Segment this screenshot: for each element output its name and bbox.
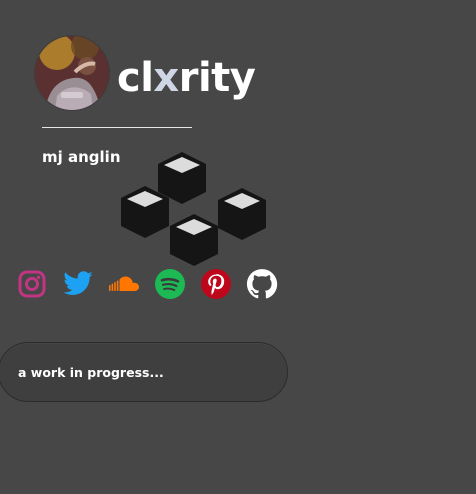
site-title: clxrity [117,50,256,106]
twitter-link[interactable] [62,268,94,300]
instagram-link[interactable] [16,268,48,300]
twitter-icon [63,271,93,295]
pinterest-icon [201,269,231,299]
cubes-logo-icon [121,152,266,266]
spotify-link[interactable] [154,268,186,300]
spotify-icon [155,269,185,299]
page: clxrity mj anglin a work in progress... [0,0,476,494]
author-name: mj anglin [42,148,121,166]
title-divider [42,127,192,128]
avatar[interactable] [35,36,109,110]
cube-right [218,188,266,240]
site-title-accent: x [153,55,179,101]
work-in-progress-button[interactable]: a work in progress... [0,342,288,402]
github-icon [246,269,278,299]
avatar-image [35,36,109,110]
site-title-prefix: cl [117,55,154,101]
cube-bottom [170,214,218,266]
social-links [16,268,278,300]
soundcloud-link[interactable] [108,268,140,300]
site-title-suffix: rity [178,55,256,101]
work-in-progress-label: a work in progress... [18,365,164,380]
soundcloud-icon [109,276,139,291]
github-link[interactable] [246,268,278,300]
instagram-icon [18,270,46,298]
pinterest-link[interactable] [200,268,232,300]
